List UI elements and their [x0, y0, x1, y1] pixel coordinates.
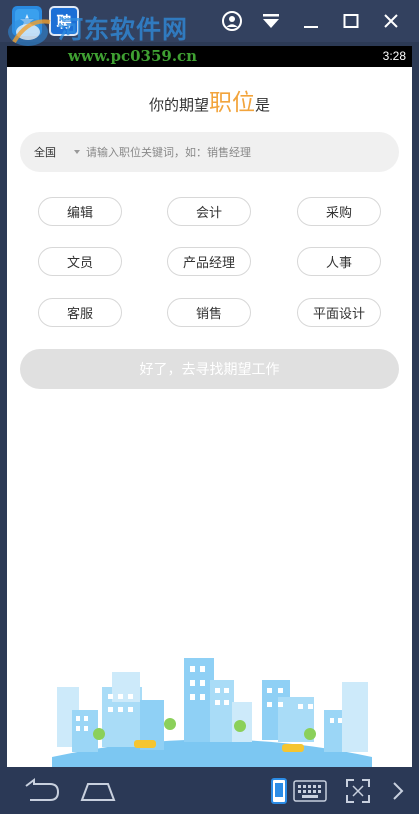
- region-selector[interactable]: 全国: [34, 144, 56, 160]
- phone-mode-button[interactable]: [268, 775, 290, 807]
- emulator-title-bar: 聘 河东软件网: [0, 0, 419, 46]
- maximize-icon: [343, 14, 359, 28]
- home-button[interactable]: [76, 775, 120, 807]
- back-arrow-icon: [25, 778, 60, 801]
- keyboard-icon: [293, 780, 327, 802]
- job-chip-product-manager[interactable]: 产品经理: [167, 247, 251, 276]
- page-title: 你的期望职位是: [7, 83, 412, 117]
- job-chip-clerk[interactable]: 文员: [38, 247, 122, 276]
- job-chip-purchasing[interactable]: 采购: [297, 197, 381, 226]
- keyboard-button[interactable]: [292, 775, 328, 807]
- title-suffix: 是: [255, 96, 271, 114]
- job-keyword-input[interactable]: [86, 142, 386, 162]
- phone-portrait-icon: [271, 778, 287, 804]
- caret-down-icon[interactable]: [74, 150, 80, 154]
- user-account-button[interactable]: [220, 9, 244, 33]
- job-preference-screen: 你的期望职位是 全国 编辑 会计 采购 文员 产品经理 人事 客服 销售 平面设…: [7, 67, 412, 767]
- job-chip-editor[interactable]: 编辑: [38, 197, 122, 226]
- user-circle-icon: [222, 11, 242, 31]
- title-prefix: 你的期望: [148, 96, 209, 114]
- close-icon: [384, 14, 398, 28]
- more-button[interactable]: [388, 775, 408, 807]
- chevron-down-bar-icon: [263, 14, 279, 28]
- watermark-logo-icon: [8, 18, 51, 46]
- find-jobs-button[interactable]: 好了，去寻找期望工作: [20, 349, 399, 389]
- minimize-button[interactable]: [299, 9, 323, 33]
- home-icon: [80, 783, 116, 801]
- back-button[interactable]: [18, 775, 62, 807]
- watermark-url: www.pc0359.cn: [68, 47, 198, 65]
- city-skyline-illustration: [52, 658, 372, 767]
- job-chip-sales[interactable]: 销售: [167, 298, 251, 327]
- fullscreen-icon: [346, 779, 370, 803]
- job-search-bar: 全国: [20, 132, 399, 172]
- chevron-right-icon: [393, 782, 404, 800]
- dropdown-menu-button[interactable]: [259, 9, 283, 33]
- job-chip-accountant[interactable]: 会计: [167, 197, 251, 226]
- close-button[interactable]: [379, 9, 403, 33]
- status-clock: 3:28: [382, 49, 406, 63]
- fullscreen-button[interactable]: [342, 775, 374, 807]
- job-chip-hr[interactable]: 人事: [297, 247, 381, 276]
- emulator-nav-bar: [0, 767, 419, 814]
- minimize-icon: [304, 26, 318, 28]
- job-chip-graphic-design[interactable]: 平面设计: [297, 298, 381, 327]
- title-highlight: 职位: [209, 90, 255, 116]
- maximize-button[interactable]: [339, 9, 363, 33]
- watermark-title: 河东软件网: [58, 15, 189, 44]
- job-chip-customer-service[interactable]: 客服: [38, 298, 122, 327]
